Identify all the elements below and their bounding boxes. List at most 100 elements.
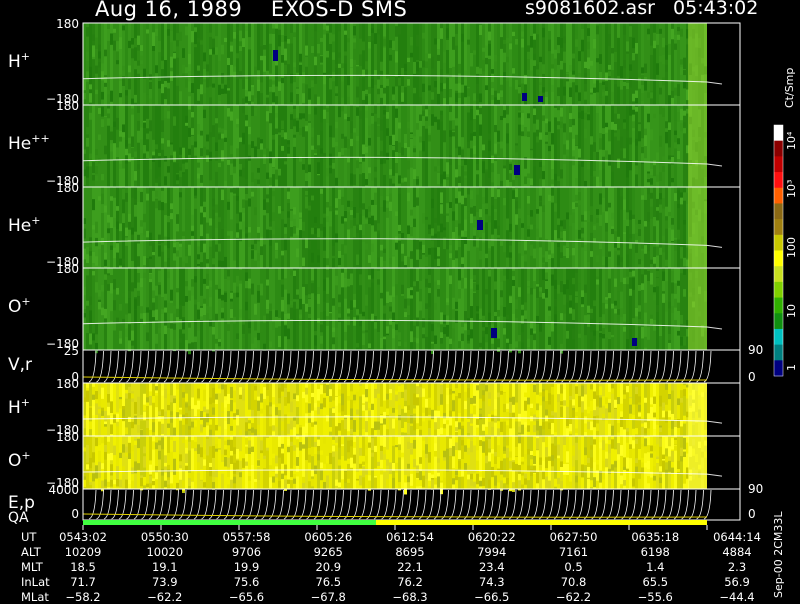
footer-value: −66.5: [462, 590, 522, 604]
data-burst: [273, 50, 278, 61]
footer-value: 0605:26: [298, 530, 358, 544]
footer-row: UT 0543:02 0550:30 0557:58 0605:26 0612:54 062…: [0, 530, 760, 544]
footer-value: −62.2: [135, 590, 195, 604]
footer-value: 4884: [707, 545, 767, 559]
footer-row-label: ALT: [21, 545, 41, 559]
footer-value: 6198: [625, 545, 685, 559]
data-burst: [491, 328, 497, 338]
y-tick-top: 180: [29, 99, 79, 113]
footer-value: 74.3: [462, 575, 522, 589]
footer-row-label: UT: [21, 530, 36, 544]
footer-value: −44.4: [707, 590, 767, 604]
footer-value: 10209: [53, 545, 113, 559]
data-burst: [477, 220, 483, 230]
footer-value: 19.9: [217, 560, 277, 574]
y-tick-top: 180: [29, 262, 79, 276]
y-tick-top: 180: [29, 17, 79, 31]
footer-value: 0620:22: [462, 530, 522, 544]
panel-he-plusplus: [83, 105, 740, 191]
y-tick-top: 25: [29, 344, 79, 358]
panel-label: He++: [8, 134, 50, 154]
panel-vr: [83, 350, 740, 383]
colorbar-segment: [774, 172, 783, 188]
footer-row: MLat−58.2−62.2−65.6−67.8−68.3−66.5−62.2−…: [0, 590, 760, 604]
y-tick-top: 180: [29, 377, 79, 391]
colorbar-segment: [774, 235, 783, 251]
colorbar-segment: [774, 298, 783, 314]
footer-value: 71.7: [53, 575, 113, 589]
footer-value: 0550:30: [135, 530, 195, 544]
colorbar-segment: [774, 125, 783, 141]
panel-ep: [83, 489, 740, 520]
footer-row-label: MLT: [21, 560, 43, 574]
qa-label: QA: [8, 510, 29, 526]
y-tick-top: 180: [29, 430, 79, 444]
footer-value: 75.6: [217, 575, 277, 589]
spectrogram-plot: [0, 0, 800, 600]
footer-value: 7161: [544, 545, 604, 559]
footer-value: 76.2: [380, 575, 440, 589]
colorbar-tick: 10³: [785, 180, 798, 198]
footer-value: 0612:54: [380, 530, 440, 544]
footer-value: 23.4: [462, 560, 522, 574]
colorbar-segment: [774, 188, 783, 204]
right-tick-top: 90: [748, 482, 763, 496]
footer-value: 20.9: [298, 560, 358, 574]
colorbar-tick: 10⁴: [785, 132, 798, 150]
data-burst: [522, 93, 527, 101]
panel-label: O+: [8, 297, 31, 317]
footer-row: ALT1020910020970692658695799471616198488…: [0, 545, 760, 559]
panel-label: O+: [8, 451, 31, 471]
colorbar-segment: [774, 219, 783, 235]
footer-value: −55.6: [625, 590, 685, 604]
panel-o-plus: [83, 268, 740, 354]
panel-h-plus: [83, 23, 740, 109]
footer-row: MLT18.519.119.920.922.123.40.51.42.3: [0, 560, 760, 574]
panel-h-plus-2: [83, 383, 740, 441]
colorbar-tick: 1: [785, 364, 798, 371]
footer-value: −65.6: [217, 590, 277, 604]
footer-value: 22.1: [380, 560, 440, 574]
footer-value: 2.3: [707, 560, 767, 574]
footer-value: 0557:58: [217, 530, 277, 544]
colorbar-segment: [774, 313, 783, 329]
panel-label: He+: [8, 216, 40, 236]
colorbar-segment: [774, 282, 783, 298]
y-tick-bottom: 0: [29, 507, 79, 521]
footer-value: 8695: [380, 545, 440, 559]
y-tick-top: 4000: [29, 483, 79, 497]
footer-value: 76.5: [298, 575, 358, 589]
qa-bar-fair: [376, 520, 707, 525]
colorbar-segment: [774, 266, 783, 282]
footer-row-label: InLat: [21, 575, 50, 589]
panel-he-plus: [83, 187, 740, 274]
right-tick-bottom: 0: [748, 370, 756, 384]
colorbar-segment: [774, 203, 783, 219]
footer-value: 1.4: [625, 560, 685, 574]
data-burst: [514, 165, 520, 175]
colorbar-segment: [774, 141, 783, 157]
panel-o-plus-2: [83, 436, 740, 494]
footer-value: −68.3: [380, 590, 440, 604]
footer-value: 0635:18: [625, 530, 685, 544]
footer-row-label: MLat: [21, 590, 49, 604]
y-tick-top: 180: [29, 181, 79, 195]
colorbar-segment: [774, 360, 783, 376]
right-tick-bottom: 0: [748, 507, 756, 521]
footer-value: −62.2: [544, 590, 604, 604]
panel-label: H+: [8, 52, 30, 72]
footer-value: 0627:50: [544, 530, 604, 544]
colorbar-tick: 10: [785, 304, 798, 318]
footer-value: 10020: [135, 545, 195, 559]
panel-label: H+: [8, 398, 30, 418]
footer-value: 7994: [462, 545, 522, 559]
colorbar-unit: Ct/Smp: [783, 68, 796, 108]
footer-value: 0644:14: [707, 530, 767, 544]
footer-value: 0.5: [544, 560, 604, 574]
colorbar-segment: [774, 251, 783, 267]
data-burst: [632, 338, 637, 346]
footer-value: 65.5: [625, 575, 685, 589]
footer-value: 0543:02: [53, 530, 113, 544]
colorbar-segment: [774, 156, 783, 172]
footer-value: 70.8: [544, 575, 604, 589]
